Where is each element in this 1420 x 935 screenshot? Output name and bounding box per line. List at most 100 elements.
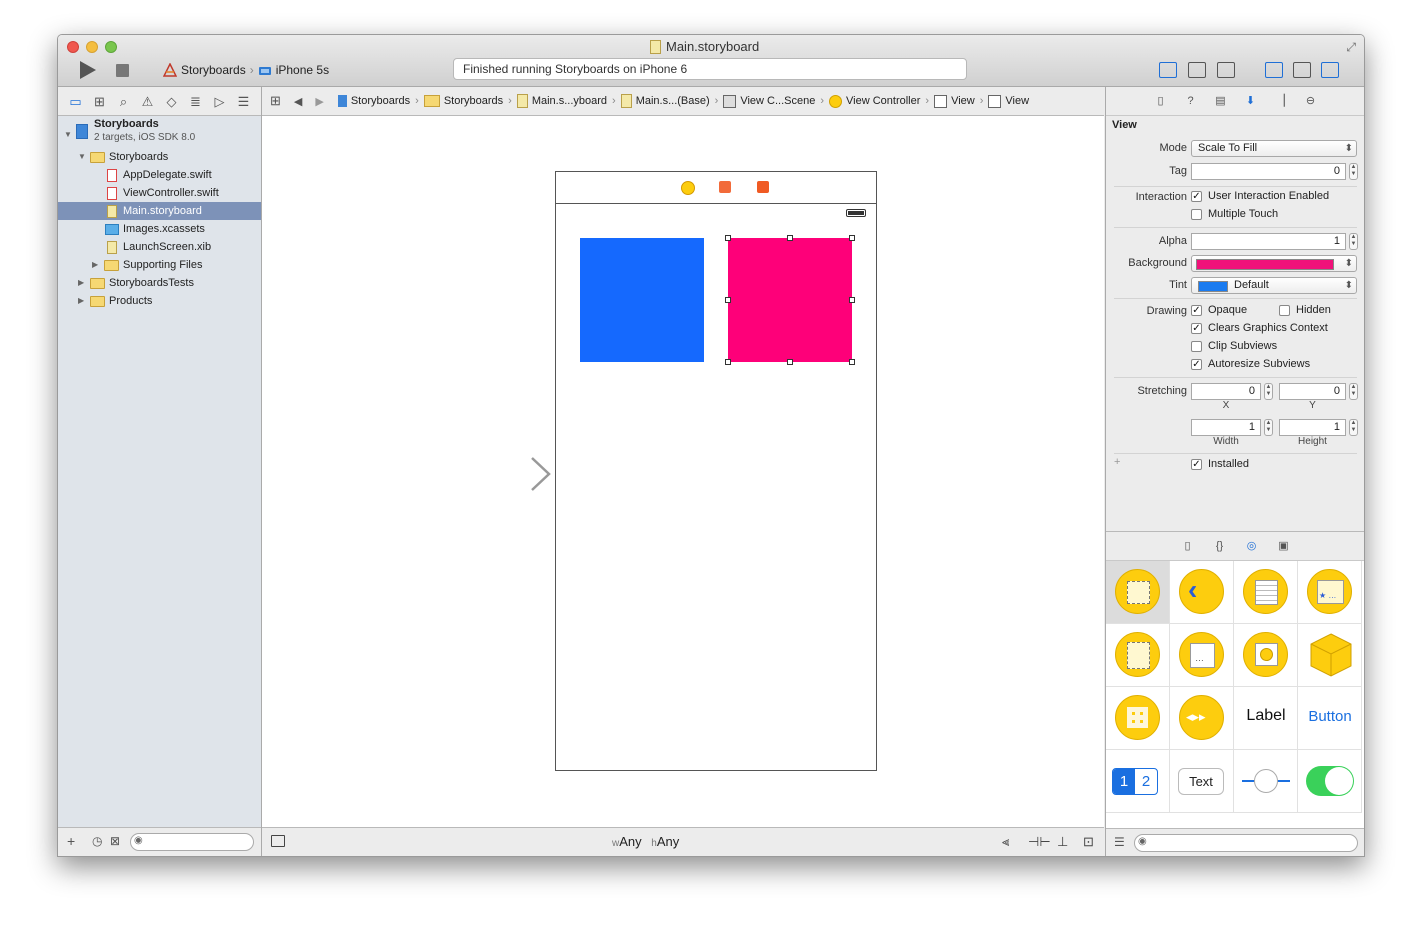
stretch-x-stepper[interactable]: ▲ ▼ xyxy=(1264,383,1273,400)
stretch-height-stepper[interactable]: ▲ ▼ xyxy=(1349,419,1358,436)
standard-editor-button[interactable] xyxy=(1159,62,1177,78)
library-item-page-view-controller[interactable]: … xyxy=(1170,624,1234,687)
stop-button[interactable] xyxy=(116,64,129,77)
installed-checkbox[interactable]: ✓ xyxy=(1191,459,1202,470)
log-navigator-icon[interactable]: ☰ xyxy=(235,93,252,110)
tree-item-main-storyboard[interactable]: Main.storyboard xyxy=(58,202,261,220)
size-inspector-icon[interactable]: ▕ xyxy=(1274,94,1288,108)
autoresize-subviews-checkbox[interactable]: ✓ xyxy=(1191,359,1202,370)
scm-status-icon[interactable]: ⊠ xyxy=(110,834,120,848)
zoom-window-button[interactable] xyxy=(105,41,117,53)
mode-popup[interactable]: Scale To Fill xyxy=(1191,140,1357,157)
disclosure-open-icon[interactable]: ▼ xyxy=(78,148,86,166)
toggle-navigator-button[interactable] xyxy=(1265,62,1283,78)
background-color-popup[interactable] xyxy=(1191,255,1357,272)
jump-bar-scene[interactable]: View C...Scene xyxy=(723,94,815,108)
add-variation-icon[interactable]: + xyxy=(1114,456,1120,468)
tree-item-products[interactable]: ▶ Products xyxy=(58,292,261,310)
exit-icon[interactable] xyxy=(757,181,769,193)
library-item-object[interactable] xyxy=(1298,624,1362,687)
media-library-icon[interactable]: ▣ xyxy=(1277,539,1291,553)
tree-item-appdelegate[interactable]: AppDelegate.swift xyxy=(58,166,261,184)
jump-bar-group[interactable]: Storyboards xyxy=(423,95,503,107)
library-filter-field[interactable]: ◉ xyxy=(1134,834,1358,852)
library-item-navigation-controller[interactable]: ‹ xyxy=(1170,561,1234,624)
tree-item-images-xcassets[interactable]: Images.xcassets xyxy=(58,220,261,238)
forward-icon[interactable]: ▶ xyxy=(315,95,323,108)
resize-handle[interactable] xyxy=(725,297,731,303)
issue-navigator-icon[interactable]: ⚠ xyxy=(139,93,156,110)
multiple-touch-checkbox[interactable] xyxy=(1191,209,1202,220)
close-window-button[interactable] xyxy=(67,41,79,53)
project-row[interactable]: ▼ Storyboards 2 targets, iOS SDK 8.0 xyxy=(58,118,261,146)
back-icon[interactable]: ◀ xyxy=(294,95,302,108)
code-snippet-library-icon[interactable]: {} xyxy=(1213,539,1227,553)
stretch-width-field[interactable]: 1 xyxy=(1191,419,1261,436)
stretch-height-field[interactable]: 1 xyxy=(1279,419,1346,436)
recent-files-icon[interactable]: ◷ xyxy=(92,834,102,848)
version-editor-button[interactable] xyxy=(1217,62,1235,78)
jump-bar-subview[interactable]: View xyxy=(988,94,1029,108)
clears-graphics-checkbox[interactable]: ✓ xyxy=(1191,323,1202,334)
library-item-table-view-controller[interactable] xyxy=(1234,561,1298,624)
library-item-view-controller[interactable] xyxy=(1106,561,1170,624)
symbol-navigator-icon[interactable]: ⊞ xyxy=(91,93,108,110)
minimize-window-button[interactable] xyxy=(86,41,98,53)
resize-handle[interactable] xyxy=(849,297,855,303)
resize-handle[interactable] xyxy=(725,235,731,241)
resize-handle[interactable] xyxy=(787,359,793,365)
jump-bar-file[interactable]: Main.s...yboard xyxy=(516,94,607,108)
library-item-label[interactable]: Label xyxy=(1234,687,1298,750)
object-library-icon[interactable]: ◎ xyxy=(1245,539,1259,553)
resize-handle[interactable] xyxy=(787,235,793,241)
resizing-behavior-icon[interactable]: ⊡ xyxy=(1083,834,1094,850)
library-item-slider[interactable] xyxy=(1234,750,1298,813)
disclosure-closed-icon[interactable]: ▶ xyxy=(92,256,98,274)
breakpoint-navigator-icon[interactable]: ▷ xyxy=(211,93,228,110)
navigator-filter-field[interactable]: ◉ xyxy=(130,833,254,851)
hidden-checkbox[interactable] xyxy=(1279,305,1290,316)
tag-stepper[interactable]: ▲ ▼ xyxy=(1349,163,1358,180)
library-item-collection-view-controller[interactable]: ★ … xyxy=(1298,561,1362,624)
run-button[interactable] xyxy=(80,61,96,79)
tree-item-viewcontroller[interactable]: ViewController.swift xyxy=(58,184,261,202)
tree-item-launchscreen[interactable]: LaunchScreen.xib xyxy=(58,238,261,256)
library-item-switch[interactable] xyxy=(1298,750,1362,813)
user-interaction-checkbox[interactable]: ✓ xyxy=(1191,191,1202,202)
library-item-av-player-view-controller[interactable]: ◂▸▸ xyxy=(1170,687,1234,750)
identity-inspector-icon[interactable]: ▤ xyxy=(1214,94,1228,108)
jump-bar-project[interactable]: Storyboards xyxy=(337,95,410,107)
size-class-control[interactable]: wAny hAny xyxy=(612,834,679,849)
file-template-library-icon[interactable]: ▯ xyxy=(1181,539,1195,553)
pin-icon[interactable]: ⊣⊢ xyxy=(1028,834,1051,850)
jump-bar-view-controller[interactable]: View Controller xyxy=(829,94,920,108)
tree-item-supporting-files[interactable]: ▶ Supporting Files xyxy=(58,256,261,274)
tree-item-storyboards-group[interactable]: ▼ Storyboards xyxy=(58,148,261,166)
tag-field[interactable]: 0 xyxy=(1191,163,1346,180)
disclosure-open-icon[interactable]: ▼ xyxy=(64,126,72,144)
stretch-y-stepper[interactable]: ▲ ▼ xyxy=(1349,383,1358,400)
library-item-segmented-control[interactable]: 1 2 xyxy=(1106,750,1170,813)
quick-help-icon[interactable]: ? xyxy=(1184,94,1198,108)
resize-handle[interactable] xyxy=(849,235,855,241)
alpha-stepper[interactable]: ▲ ▼ xyxy=(1349,233,1358,250)
search-icon[interactable]: ⌕ xyxy=(115,93,132,110)
tint-color-popup[interactable]: Default xyxy=(1191,277,1357,294)
view-controller-scene[interactable] xyxy=(555,171,877,771)
debug-navigator-icon[interactable]: ≣ xyxy=(187,93,204,110)
jump-bar-view[interactable]: View xyxy=(934,94,975,108)
fullscreen-icon[interactable]: ⤢ xyxy=(1346,40,1356,55)
document-outline-toggle-icon[interactable] xyxy=(271,835,285,847)
scheme-selector[interactable]: Storyboards › iPhone 5s xyxy=(163,63,329,77)
assistant-editor-button[interactable] xyxy=(1188,62,1206,78)
stretch-x-field[interactable]: 0 xyxy=(1191,383,1261,400)
storyboard-canvas[interactable] xyxy=(262,116,1104,828)
library-item-text-field[interactable]: Text xyxy=(1170,750,1234,813)
toggle-debug-area-button[interactable] xyxy=(1293,62,1311,78)
list-view-icon[interactable]: ☰ xyxy=(1114,835,1125,849)
test-navigator-icon[interactable]: ◇ xyxy=(163,93,180,110)
first-responder-icon[interactable] xyxy=(719,181,731,193)
add-icon[interactable]: + xyxy=(67,833,75,849)
library-item-glkit-view-controller[interactable] xyxy=(1234,624,1298,687)
align-icon[interactable]: ⫷ xyxy=(1002,834,1009,850)
